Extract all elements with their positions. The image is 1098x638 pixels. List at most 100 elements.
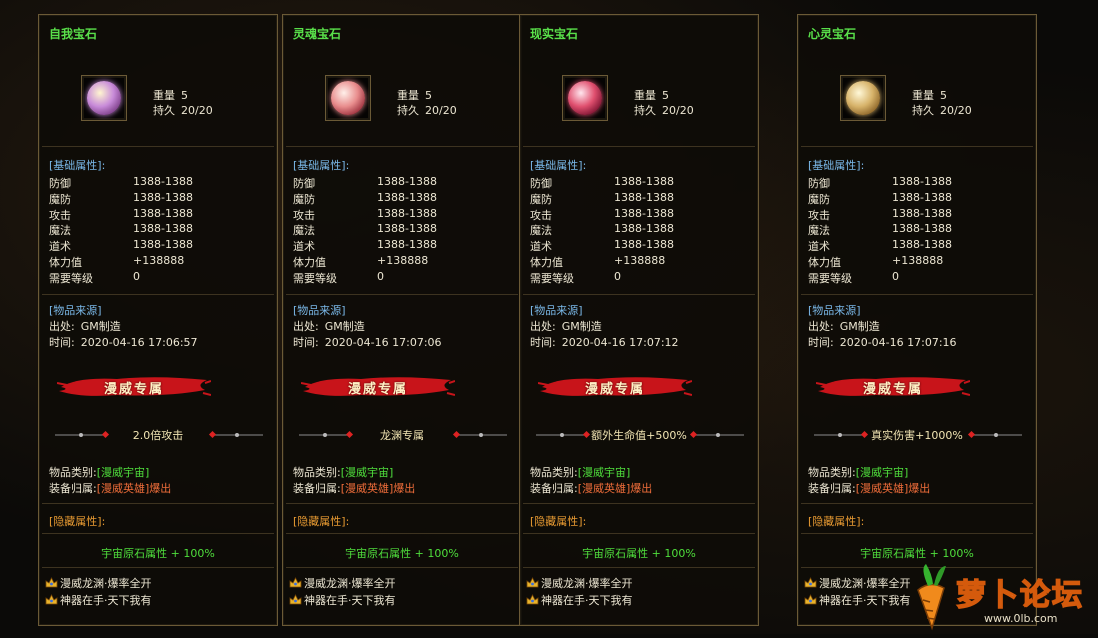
attribute-row: 需要等级 0: [530, 270, 752, 285]
attribute-value: 1388-1388: [133, 190, 193, 204]
gem-icon-slot[interactable]: [81, 75, 127, 121]
attribute-name: 道术: [49, 240, 71, 254]
attribute-value: 1388-1388: [377, 222, 437, 236]
item-origin: 出处: GM制造: [49, 318, 121, 334]
crown-icon: [289, 577, 302, 588]
special-attribute: 2.0倍攻击: [45, 427, 271, 443]
footer-line: 漫威龙渊·爆率全开: [45, 575, 152, 590]
item-owner: 装备归属:[漫威英雄]爆出: [530, 480, 652, 496]
divider: [801, 294, 1033, 295]
exclusive-banner: 漫威专属: [301, 371, 455, 401]
special-attribute-text: 龙渊专属: [380, 429, 424, 442]
item-tooltip-panel: 自我宝石 重量 5 持久 20/20 [基础属性]: 防御 1388-1388 魔防 1388-1…: [38, 14, 278, 626]
attribute-name: 道术: [530, 240, 552, 254]
attribute-row: 攻击 1388-1388: [293, 207, 515, 222]
attribute-row: 道术 1388-1388: [530, 238, 752, 253]
divider: [286, 503, 518, 504]
attribute-row: 需要等级 0: [808, 270, 1030, 285]
attribute-row: 魔防 1388-1388: [293, 191, 515, 206]
attribute-name: 道术: [293, 240, 315, 254]
exclusive-banner: 漫威专属: [538, 371, 692, 401]
attribute-name: 需要等级: [49, 271, 93, 285]
hidden-attributes-title: [隐藏属性]:: [293, 515, 350, 528]
durability-label: 持久: [397, 104, 419, 117]
owner-value: [漫威英雄]爆出: [96, 482, 172, 495]
weight-label: 重量: [912, 89, 934, 102]
crown-icon: [45, 577, 58, 588]
attribute-row: 魔防 1388-1388: [530, 191, 752, 206]
category-value: [漫威宇宙]: [340, 466, 394, 479]
attribute-name: 体力值: [808, 256, 841, 269]
time-value: 2020-04-16 17:07:12: [561, 336, 679, 349]
attribute-name: 需要等级: [293, 271, 337, 285]
owner-label: 装备归属:: [530, 482, 578, 495]
item-time: 时间: 2020-04-16 17:07:06: [293, 334, 442, 350]
attribute-value: 0: [892, 269, 899, 283]
attribute-value: +138888: [892, 254, 944, 267]
forum-watermark: 萝卜论坛 www.0lb.com: [906, 560, 1096, 634]
origin-label: 出处:: [49, 320, 75, 333]
item-time: 时间: 2020-04-16 17:07:12: [530, 334, 679, 350]
durability-label: 持久: [912, 104, 934, 117]
attribute-row: 魔防 1388-1388: [49, 191, 271, 206]
attribute-name: 防御: [293, 177, 315, 190]
gem-icon: [87, 81, 121, 115]
attribute-row: 防御 1388-1388: [49, 175, 271, 190]
weight-label: 重量: [397, 89, 419, 102]
time-label: 时间:: [808, 336, 834, 349]
exclusive-banner: 漫威专属: [816, 371, 970, 401]
weight-stat: 重量 5: [912, 87, 947, 103]
item-category: 物品类别:[漫威宇宙]: [293, 464, 393, 480]
watermark-brand: 萝卜论坛: [955, 577, 1084, 614]
durability-stat: 持久 20/20: [397, 102, 457, 118]
durability-value: 20/20: [940, 104, 972, 117]
crown-icon: [289, 594, 302, 605]
category-label: 物品类别:: [530, 466, 578, 479]
divider: [523, 533, 755, 534]
weight-stat: 重量 5: [634, 87, 669, 103]
durability-label: 持久: [634, 104, 656, 117]
banner-text: 漫威专属: [584, 382, 645, 397]
category-value: [漫威宇宙]: [96, 466, 150, 479]
special-attribute-text: 2.0倍攻击: [132, 429, 184, 442]
item-owner: 装备归属:[漫威英雄]爆出: [49, 480, 171, 496]
footer-text: 漫威龙渊·爆率全开: [819, 577, 911, 590]
attribute-row: 攻击 1388-1388: [49, 207, 271, 222]
gem-icon-slot[interactable]: [840, 75, 886, 121]
item-source-title: [物品来源]: [49, 304, 102, 317]
footer-text: 神器在手·天下我有: [60, 594, 152, 607]
time-label: 时间:: [530, 336, 556, 349]
attribute-row: 体力值 +138888: [808, 254, 1030, 269]
attribute-value: +138888: [614, 254, 666, 267]
divider: [286, 567, 518, 568]
item-origin: 出处: GM制造: [808, 318, 880, 334]
durability-value: 20/20: [662, 104, 694, 117]
divider: [523, 503, 755, 504]
attribute-row: 魔法 1388-1388: [293, 222, 515, 237]
attribute-row: 道术 1388-1388: [808, 238, 1030, 253]
footer-line: 神器在手·天下我有: [804, 592, 911, 607]
divider: [286, 533, 518, 534]
footer-line: 神器在手·天下我有: [45, 592, 152, 607]
attribute-name: 魔防: [49, 192, 71, 206]
gem-icon-slot[interactable]: [325, 75, 371, 121]
durability-value: 20/20: [181, 104, 213, 117]
attribute-name: 魔法: [808, 224, 830, 238]
item-owner: 装备归属:[漫威英雄]爆出: [293, 480, 415, 496]
gem-icon: [568, 81, 602, 115]
origin-value: GM制造: [839, 320, 880, 333]
attribute-value: 1388-1388: [133, 222, 193, 236]
item-category: 物品类别:[漫威宇宙]: [49, 464, 149, 480]
origin-label: 出处:: [808, 320, 834, 333]
item-origin: 出处: GM制造: [530, 318, 602, 334]
weight-label: 重量: [634, 89, 656, 102]
origin-value: GM制造: [561, 320, 602, 333]
base-attributes-title: [基础属性]:: [49, 159, 106, 172]
divider: [42, 146, 274, 147]
gem-icon-slot[interactable]: [562, 75, 608, 121]
weight-stat: 重量 5: [397, 87, 432, 103]
attribute-row: 体力值 +138888: [293, 254, 515, 269]
attribute-row: 道术 1388-1388: [49, 238, 271, 253]
attribute-row: 魔法 1388-1388: [808, 222, 1030, 237]
attribute-row: 攻击 1388-1388: [808, 207, 1030, 222]
